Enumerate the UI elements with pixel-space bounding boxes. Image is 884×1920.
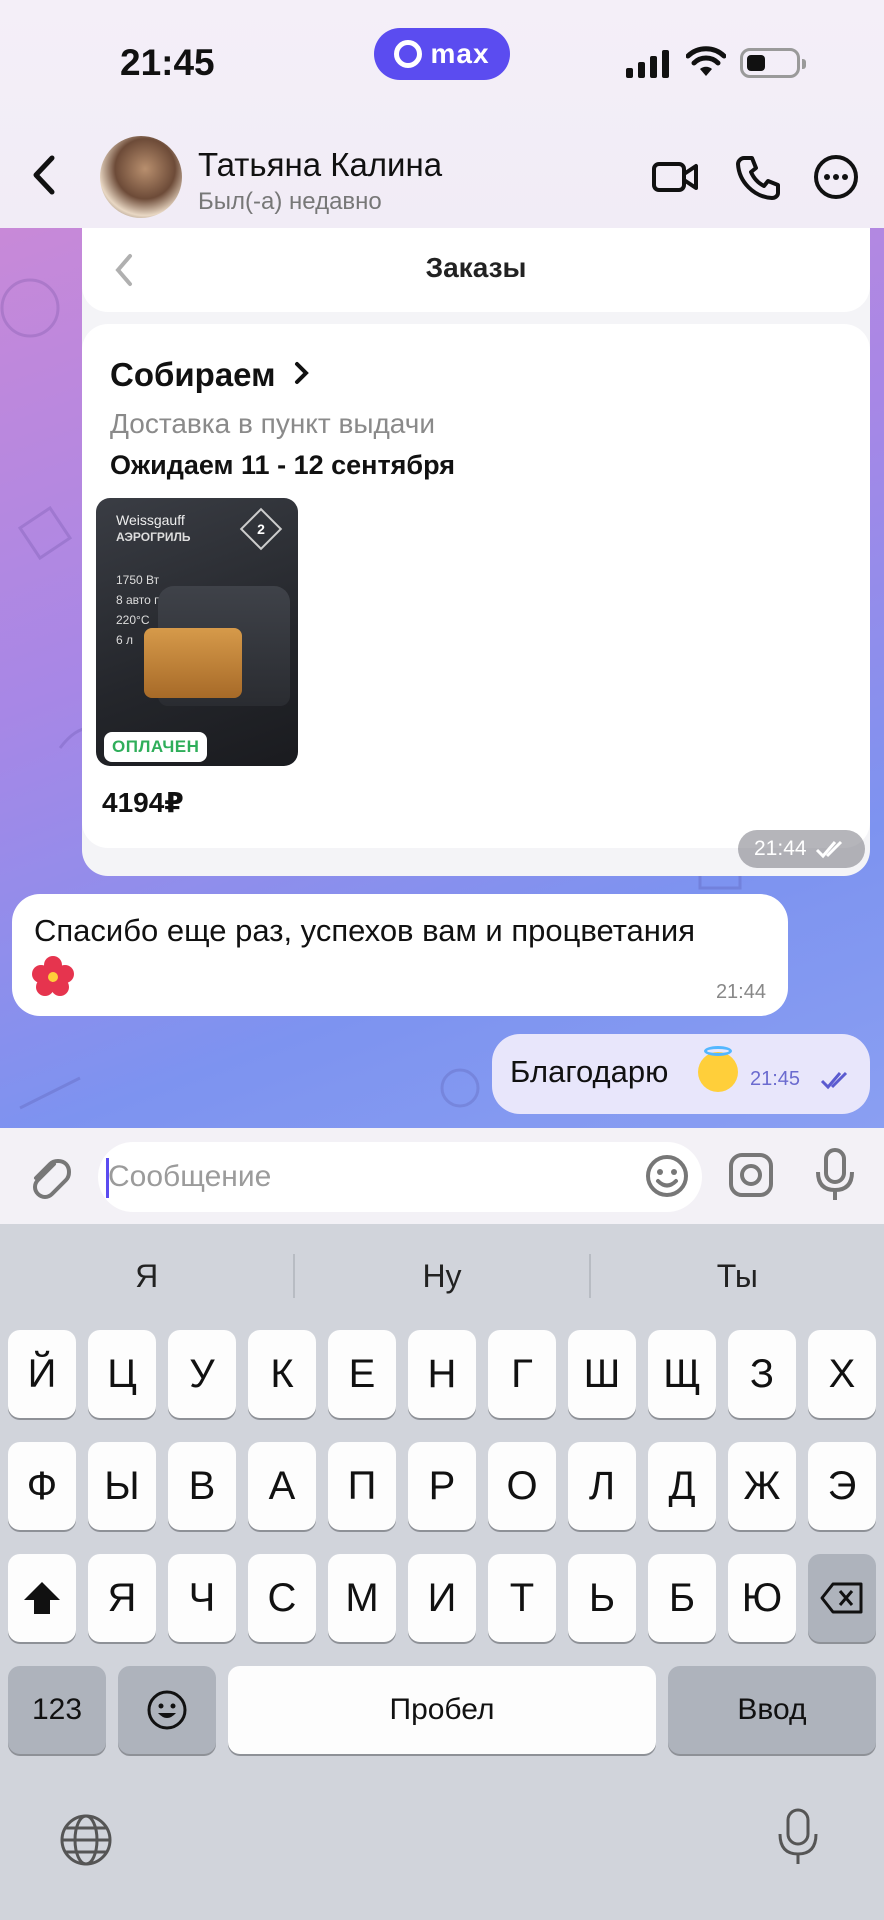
space-key[interactable]: Пробел [228,1666,656,1754]
incoming-message-time: 21:44 [715,981,766,1003]
key[interactable]: З [728,1330,796,1418]
top-bar: 21:45 max Татьяна Калина Был(-а) недавно [0,0,884,228]
key[interactable]: Щ [648,1330,716,1418]
app-badge: max [374,28,510,80]
avatar[interactable] [100,136,182,218]
key[interactable]: Х [808,1330,876,1418]
backspace-icon [820,1582,863,1614]
emoji-icon[interactable] [644,1152,690,1200]
cellular-signal-icon [626,50,669,78]
key[interactable]: М [328,1554,396,1642]
suggestions-bar: Я Ну Ты [0,1244,884,1308]
numbers-key[interactable]: 123 [8,1666,106,1754]
key[interactable]: Ш [568,1330,636,1418]
enter-key[interactable]: Ввод [668,1666,876,1754]
key[interactable]: Р [408,1442,476,1530]
delivery-type: Доставка в пункт выдачи [110,408,435,439]
key[interactable]: О [488,1442,556,1530]
product-type: АЭРОГРИЛЬ [116,530,191,544]
paid-badge: ОПЛАЧЕН [104,732,208,762]
back-button[interactable] [24,150,64,200]
chevron-right-icon [294,362,309,384]
key[interactable]: Ь [568,1554,636,1642]
max-logo-icon [394,40,423,68]
hibiscus-emoji-icon [32,956,74,996]
key[interactable]: К [248,1330,316,1418]
message-input[interactable] [98,1142,702,1212]
key[interactable]: Ж [728,1442,796,1530]
app-badge-label: max [430,38,490,69]
dictation-microphone-icon[interactable] [776,1806,820,1868]
status-time: 21:45 [120,42,215,83]
incoming-message-text: Спасибо еще раз, успехов вам и процветан… [34,913,696,948]
key[interactable]: Й [8,1330,76,1418]
key[interactable]: Ы [88,1442,156,1530]
microphone-icon[interactable] [810,1146,860,1204]
key[interactable]: Б [648,1554,716,1642]
warranty-badge: 2 [239,507,283,551]
order-message-time: 21:44 [738,830,865,868]
shift-icon [24,1582,60,1614]
contact-name[interactable]: Татьяна Калина [198,146,442,184]
halo-icon [704,1046,732,1056]
phone-call-icon[interactable] [732,152,784,202]
order-card[interactable]: Заказы Собираем Доставка в пункт выдачи … [82,228,870,876]
key[interactable]: И [408,1554,476,1642]
video-call-icon[interactable] [650,152,702,202]
key[interactable]: Ч [168,1554,236,1642]
key[interactable]: Н [408,1330,476,1418]
key[interactable]: Ю [728,1554,796,1642]
outgoing-message-time: 21:45 [750,1068,801,1090]
more-options-icon[interactable] [810,152,862,202]
text-caret [106,1158,109,1198]
globe-icon[interactable] [58,1812,114,1868]
order-status-label: Собираем [110,356,276,393]
wifi-icon [686,46,726,76]
paperclip-icon[interactable] [24,1150,72,1202]
key[interactable]: Д [648,1442,716,1530]
key[interactable]: Г [488,1330,556,1418]
contact-status: Был(-а) недавно [198,188,382,215]
double-check-icon [815,840,842,859]
order-status[interactable]: Собираем [110,356,311,394]
emoji-icon [147,1690,187,1730]
product-image[interactable]: Weissgauff АЭРОГРИЛЬ 1750 Вт 8 авто прог… [96,498,298,766]
chat-area[interactable]: Заказы Собираем Доставка в пункт выдачи … [0,228,884,1128]
order-card-header: Заказы [82,228,870,312]
order-price: 4194₽ [102,787,184,818]
outgoing-message-text: Благодарю [510,1054,669,1089]
battery-icon [740,48,806,78]
order-card-title: Заказы [425,252,527,283]
smiling-halo-emoji-icon [698,1052,738,1092]
product-brand: Weissgauff [116,512,185,528]
key[interactable]: Ц [88,1330,156,1418]
order-details[interactable]: Собираем Доставка в пункт выдачи Ожидаем… [82,324,870,848]
composer-bar [0,1128,884,1224]
emoji-keyboard-key[interactable] [118,1666,216,1754]
key[interactable]: А [248,1442,316,1530]
suggestion-2[interactable]: Ну [295,1244,588,1308]
suggestion-3[interactable]: Ты [591,1244,884,1308]
key[interactable]: П [328,1442,396,1530]
suggestion-1[interactable]: Я [0,1244,293,1308]
outgoing-message[interactable]: Благодарю 21:45 [492,1034,870,1114]
key[interactable]: С [248,1554,316,1642]
key[interactable]: Ф [8,1442,76,1530]
key[interactable]: Л [568,1442,636,1530]
key[interactable]: Э [808,1442,876,1530]
key[interactable]: В [168,1442,236,1530]
backspace-key[interactable] [808,1554,876,1642]
incoming-message[interactable]: Спасибо еще раз, успехов вам и процветан… [12,894,788,1016]
key[interactable]: Я [88,1554,156,1642]
camera-icon[interactable] [726,1150,776,1200]
fryer-basket-illustration [144,628,242,698]
key[interactable]: Е [328,1330,396,1418]
key[interactable]: Т [488,1554,556,1642]
keyboard: Я Ну Ты Й Ц У К Е Н Г Ш Щ З Х Ф Ы В А П … [0,1224,884,1920]
expected-delivery: Ожидаем 11 - 12 сентября [110,450,455,480]
key[interactable]: У [168,1330,236,1418]
double-check-icon [820,1071,848,1090]
shift-key[interactable] [8,1554,76,1642]
